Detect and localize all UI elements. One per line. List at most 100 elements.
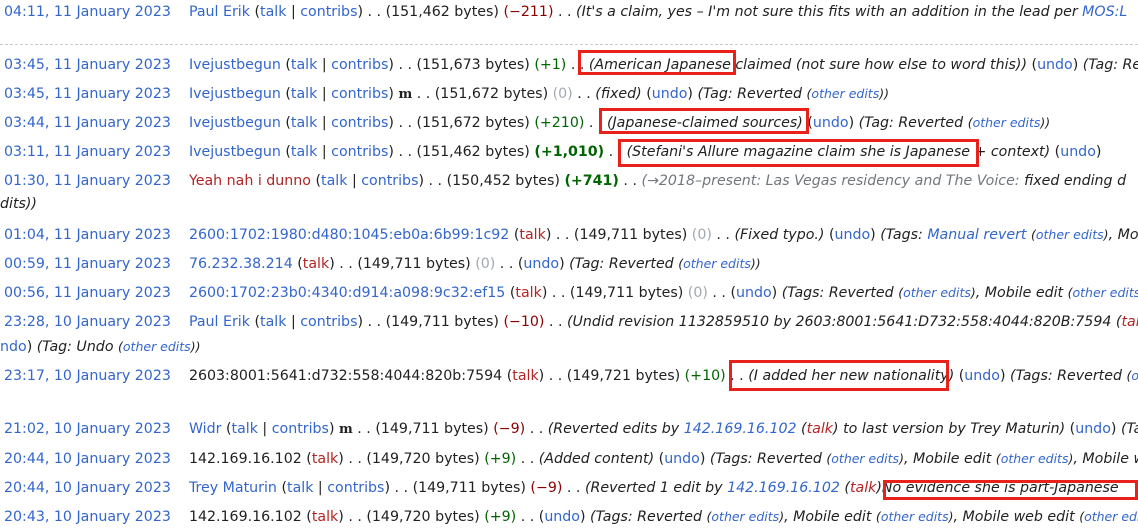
separator: . . bbox=[553, 4, 576, 20]
manual-revert-link[interactable]: Manual revert bbox=[927, 227, 1026, 243]
other-edits-link[interactable]: other edits bbox=[1036, 227, 1104, 242]
other-edits-link[interactable]: other edits bbox=[683, 256, 751, 271]
talk-link[interactable]: talk bbox=[291, 86, 317, 102]
other-edits-link[interactable]: other edits bbox=[1073, 285, 1138, 300]
talk-link[interactable]: talk bbox=[512, 368, 538, 384]
undo-link[interactable]: undo bbox=[652, 86, 688, 102]
user-link[interactable]: Ivejustbegun bbox=[189, 57, 281, 73]
edit-summary: (Fixed typo.) bbox=[734, 227, 824, 243]
revision-date-link[interactable]: 03:44, 11 January 2023 bbox=[4, 115, 171, 131]
contribs-link[interactable]: contribs bbox=[327, 480, 384, 496]
byte-size: (151,462 bytes) bbox=[416, 144, 529, 160]
mos-link[interactable]: MOS:L bbox=[1082, 4, 1127, 20]
revision-date-link[interactable]: 20:44, 10 January 2023 bbox=[4, 451, 171, 467]
section-link[interactable]: (→2018–present: Las Vegas residency and … bbox=[641, 173, 1019, 189]
talk-link[interactable]: talk bbox=[291, 144, 317, 160]
talk-link[interactable]: talk bbox=[515, 285, 541, 301]
separator: . . bbox=[368, 314, 386, 330]
undo-link[interactable]: undo bbox=[736, 285, 772, 301]
undo-link[interactable]: undo bbox=[964, 368, 1000, 384]
ip-user-link[interactable]: 2600:1702:23b0:4340:d914:a098:9c32:ef15 bbox=[189, 285, 505, 301]
user-link[interactable]: Yeah nah i dunno bbox=[189, 173, 311, 189]
paren: ) bbox=[546, 227, 552, 243]
undo-link[interactable]: undo bbox=[523, 256, 559, 272]
revision-date-link[interactable]: 03:45, 11 January 2023 bbox=[4, 86, 171, 102]
revision-date-link[interactable]: 00:59, 11 January 2023 bbox=[4, 256, 171, 272]
talk-link[interactable]: talk bbox=[312, 451, 338, 467]
history-row: 03:45, 11 January 2023 Ivejustbegun (tal… bbox=[4, 54, 1138, 76]
other-edits-link[interactable]: other edits bbox=[711, 509, 779, 524]
talk-link[interactable]: talk bbox=[260, 314, 286, 330]
summary-talk-link[interactable]: talk bbox=[850, 480, 876, 496]
talk-link[interactable]: talk bbox=[312, 509, 338, 525]
paren: ) bbox=[388, 115, 394, 131]
other-edits-link[interactable]: other edits bbox=[1084, 509, 1138, 524]
ip-user-link[interactable]: 2600:1702:1980:d480:1045:eb0a:6b99:1c92 bbox=[189, 227, 509, 243]
paren: ) bbox=[338, 451, 344, 467]
undo-link[interactable]: undo bbox=[1037, 57, 1073, 73]
byte-size: (150,452 bytes) bbox=[447, 173, 560, 189]
summary-talk-link[interactable]: talk bbox=[1121, 314, 1138, 330]
ip-user-link[interactable]: 142.169.16.102 bbox=[189, 509, 302, 525]
talk-link[interactable]: talk bbox=[519, 227, 545, 243]
user-link[interactable]: Paul Erik bbox=[189, 4, 250, 20]
ip-user-link[interactable]: 76.232.38.214 bbox=[189, 256, 293, 272]
user-link[interactable]: Paul Erik bbox=[189, 314, 250, 330]
undo-link[interactable]: ndo bbox=[0, 339, 27, 355]
revision-date-link[interactable]: 23:28, 10 January 2023 bbox=[4, 314, 171, 330]
undo-link[interactable]: undo bbox=[834, 227, 870, 243]
other-edits-link[interactable]: other edits bbox=[903, 285, 971, 300]
paren: ) bbox=[849, 115, 855, 131]
revision-date-link[interactable]: 03:11, 11 January 2023 bbox=[4, 144, 171, 160]
talk-link[interactable]: talk bbox=[291, 115, 317, 131]
undo-link[interactable]: undo bbox=[664, 451, 700, 467]
user-link[interactable]: Trey Maturin bbox=[189, 480, 277, 496]
user-link[interactable]: Ivejustbegun bbox=[189, 86, 281, 102]
pipe: | bbox=[317, 144, 331, 160]
ip-link[interactable]: 142.169.16.102 bbox=[727, 480, 840, 496]
talk-link[interactable]: talk bbox=[232, 421, 258, 437]
talk-link[interactable]: talk bbox=[321, 173, 347, 189]
other-edits-link[interactable]: other edits bbox=[831, 451, 899, 466]
summary-talk-link[interactable]: talk bbox=[807, 421, 833, 437]
user-link[interactable]: Widr bbox=[189, 421, 222, 437]
talk-link[interactable]: talk bbox=[303, 256, 329, 272]
undo-link[interactable]: undo bbox=[813, 115, 849, 131]
undo-link[interactable]: undo bbox=[1060, 144, 1096, 160]
other-edits-link[interactable]: other edits bbox=[973, 115, 1041, 130]
contribs-link[interactable]: contribs bbox=[300, 314, 357, 330]
revision-date-link[interactable]: 00:56, 11 January 2023 bbox=[4, 285, 171, 301]
revision-date-link[interactable]: 20:43, 10 January 2023 bbox=[4, 509, 171, 525]
revision-date-link[interactable]: 03:45, 11 January 2023 bbox=[4, 57, 171, 73]
talk-link[interactable]: talk bbox=[291, 57, 317, 73]
talk-link[interactable]: talk bbox=[287, 480, 313, 496]
contribs-link[interactable]: contribs bbox=[361, 173, 418, 189]
revision-date-link[interactable]: 04:11, 11 January 2023 bbox=[4, 4, 171, 20]
contribs-link[interactable]: contribs bbox=[300, 4, 357, 20]
paren: ) bbox=[27, 339, 37, 355]
revision-date-link[interactable]: 21:02, 10 January 2023 bbox=[4, 421, 171, 437]
other-edits-link[interactable]: other edits bbox=[123, 339, 191, 354]
other-edits-link[interactable]: othe bbox=[1131, 368, 1138, 383]
contribs-link[interactable]: contribs bbox=[272, 421, 329, 437]
revision-date-link[interactable]: 01:30, 11 January 2023 bbox=[4, 173, 171, 189]
ip-user-link[interactable]: 2603:8001:5641:d732:558:4044:820b:7594 bbox=[189, 368, 502, 384]
user-link[interactable]: Ivejustbegun bbox=[189, 115, 281, 131]
other-edits-link[interactable]: other edits bbox=[881, 509, 949, 524]
other-edits-link[interactable]: other edits bbox=[1001, 451, 1069, 466]
contribs-link[interactable]: contribs bbox=[331, 57, 388, 73]
paren: ) bbox=[1111, 421, 1117, 437]
contribs-link[interactable]: contribs bbox=[331, 86, 388, 102]
talk-link[interactable]: talk bbox=[260, 4, 286, 20]
revision-date-link[interactable]: 23:17, 10 January 2023 bbox=[4, 368, 171, 384]
revision-date-link[interactable]: 20:44, 10 January 2023 bbox=[4, 480, 171, 496]
revision-date-link[interactable]: 01:04, 11 January 2023 bbox=[4, 227, 171, 243]
ip-link[interactable]: 142.169.16.102 bbox=[684, 421, 797, 437]
user-link[interactable]: Ivejustbegun bbox=[189, 144, 281, 160]
undo-link[interactable]: undo bbox=[1075, 421, 1111, 437]
contribs-link[interactable]: contribs bbox=[331, 144, 388, 160]
other-edits-link[interactable]: other edits bbox=[811, 86, 879, 101]
undo-link[interactable]: undo bbox=[544, 509, 580, 525]
ip-user-link[interactable]: 142.169.16.102 bbox=[189, 451, 302, 467]
contribs-link[interactable]: contribs bbox=[331, 115, 388, 131]
